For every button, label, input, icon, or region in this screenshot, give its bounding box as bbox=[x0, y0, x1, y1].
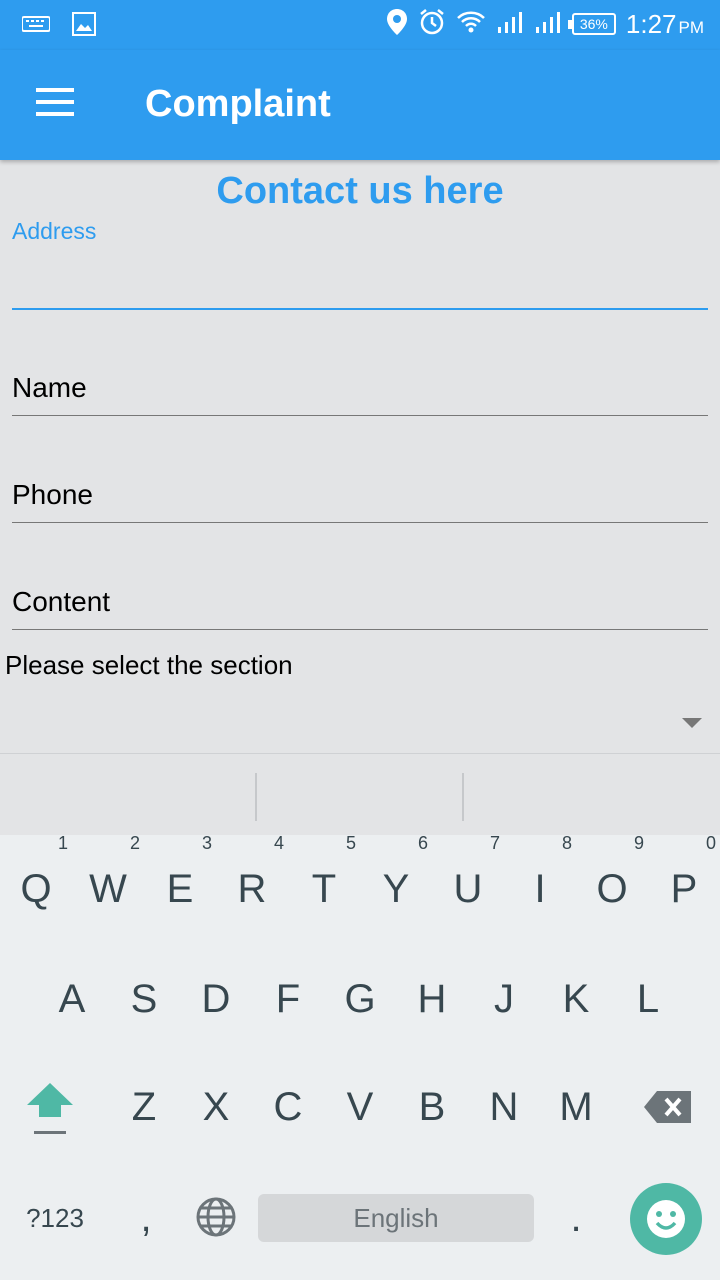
status-bar: 36% 1:27 PM bbox=[0, 0, 720, 50]
key-r[interactable]: R4 bbox=[222, 833, 284, 929]
signal-icon bbox=[496, 10, 524, 38]
clock-ampm: PM bbox=[678, 17, 705, 37]
backspace-key[interactable] bbox=[638, 1067, 698, 1147]
keyboard-suggestion-strip bbox=[0, 753, 720, 835]
key-z[interactable]: Z bbox=[114, 1067, 174, 1147]
content-field-wrap bbox=[12, 582, 708, 622]
key-label: O bbox=[596, 867, 628, 911]
battery-indicator: 36% bbox=[567, 13, 616, 35]
soft-keyboard: Q1 W2 E3 R4 T5 Y6 U7 I8 O9 P0 A S D F G … bbox=[0, 833, 720, 1280]
shift-icon bbox=[27, 1083, 73, 1134]
section-dropdown[interactable] bbox=[0, 690, 720, 752]
smiley-icon bbox=[647, 1200, 685, 1238]
key-u[interactable]: U7 bbox=[438, 833, 500, 929]
key-hint: 2 bbox=[129, 833, 140, 853]
key-p[interactable]: P0 bbox=[654, 833, 716, 929]
key-y[interactable]: Y6 bbox=[366, 833, 428, 929]
key-label: I bbox=[534, 867, 546, 911]
phone-field-wrap bbox=[12, 475, 708, 515]
key-hint: 9 bbox=[633, 833, 644, 853]
globe-icon bbox=[196, 1197, 236, 1237]
key-k[interactable]: K bbox=[546, 959, 606, 1039]
comma-key[interactable]: , bbox=[116, 1178, 176, 1258]
menu-icon[interactable] bbox=[36, 88, 76, 118]
shift-key[interactable] bbox=[20, 1067, 80, 1147]
key-hint: 3 bbox=[201, 833, 212, 853]
key-label: Y bbox=[382, 867, 410, 911]
suggestion-divider bbox=[462, 773, 464, 821]
key-l[interactable]: L bbox=[618, 959, 678, 1039]
key-label: P bbox=[670, 867, 698, 911]
name-underline bbox=[12, 415, 708, 416]
key-s[interactable]: S bbox=[114, 959, 174, 1039]
key-o[interactable]: O9 bbox=[582, 833, 644, 929]
key-label: T bbox=[311, 867, 337, 911]
key-i[interactable]: I8 bbox=[510, 833, 572, 929]
key-hint: 7 bbox=[489, 833, 500, 853]
address-label: Address bbox=[12, 218, 97, 244]
phone-underline bbox=[12, 522, 708, 523]
form-heading: Contact us here bbox=[216, 170, 504, 212]
language-key[interactable] bbox=[186, 1178, 246, 1258]
key-v[interactable]: V bbox=[330, 1067, 390, 1147]
content-underline bbox=[12, 629, 708, 630]
section-label: Please select the section bbox=[5, 650, 293, 680]
keyboard-icon bbox=[21, 16, 51, 36]
key-hint: 8 bbox=[561, 833, 572, 853]
key-a[interactable]: A bbox=[42, 959, 102, 1039]
key-label: W bbox=[89, 867, 127, 911]
space-bar[interactable]: English bbox=[258, 1194, 534, 1242]
dropdown-arrow-icon bbox=[682, 718, 702, 728]
key-g[interactable]: G bbox=[330, 959, 390, 1039]
key-label: E bbox=[166, 867, 194, 911]
app-bar: Complaint bbox=[0, 50, 720, 160]
name-field-wrap bbox=[12, 368, 708, 408]
wifi-icon bbox=[456, 9, 486, 39]
key-x[interactable]: X bbox=[186, 1067, 246, 1147]
image-icon bbox=[72, 12, 96, 40]
key-w[interactable]: W2 bbox=[78, 833, 140, 929]
emoji-key[interactable] bbox=[630, 1183, 702, 1255]
key-hint: 0 bbox=[705, 833, 716, 853]
key-t[interactable]: T5 bbox=[294, 833, 356, 929]
key-b[interactable]: B bbox=[402, 1067, 462, 1147]
key-j[interactable]: J bbox=[474, 959, 534, 1039]
address-field[interactable] bbox=[12, 256, 708, 296]
key-d[interactable]: D bbox=[186, 959, 246, 1039]
clock: 1:27 PM bbox=[626, 9, 704, 40]
phone-field[interactable] bbox=[12, 475, 708, 515]
key-hint: 1 bbox=[57, 833, 68, 853]
name-field[interactable] bbox=[12, 368, 708, 408]
key-label: R bbox=[237, 867, 267, 911]
key-q[interactable]: Q1 bbox=[6, 833, 68, 929]
key-n[interactable]: N bbox=[474, 1067, 534, 1147]
key-hint: 6 bbox=[417, 833, 428, 853]
backspace-icon bbox=[644, 1091, 691, 1123]
suggestion-divider bbox=[255, 773, 257, 821]
key-label: Q bbox=[20, 867, 52, 911]
key-hint: 4 bbox=[273, 833, 284, 853]
key-h[interactable]: H bbox=[402, 959, 462, 1039]
key-e[interactable]: E3 bbox=[150, 833, 212, 929]
clock-time: 1:27 bbox=[625, 8, 677, 39]
key-label: U bbox=[453, 867, 483, 911]
alarm-icon bbox=[418, 8, 446, 40]
key-m[interactable]: M bbox=[546, 1067, 606, 1147]
period-key[interactable]: . bbox=[546, 1178, 606, 1258]
address-underline bbox=[12, 308, 708, 310]
signal-icon-2 bbox=[534, 10, 562, 38]
key-f[interactable]: F bbox=[258, 959, 318, 1039]
address-field-wrap bbox=[12, 256, 708, 296]
key-hint: 5 bbox=[345, 833, 356, 853]
location-icon bbox=[386, 8, 408, 40]
symbols-key[interactable]: ?123 bbox=[10, 1178, 100, 1258]
key-c[interactable]: C bbox=[258, 1067, 318, 1147]
page-title: Complaint bbox=[145, 83, 331, 125]
content-field[interactable] bbox=[12, 582, 708, 622]
